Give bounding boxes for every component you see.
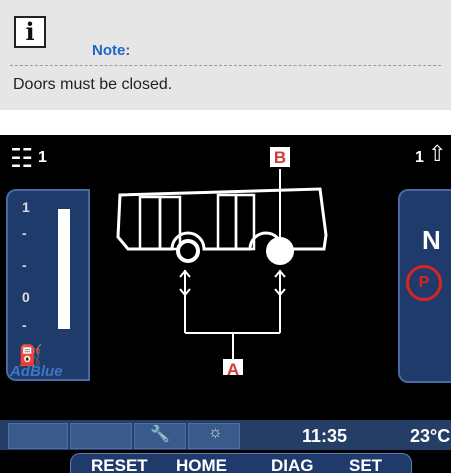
outside-temperature: 23°C <box>410 426 451 446</box>
set-button[interactable]: SET <box>349 456 382 473</box>
right-counter: 1 <box>415 149 424 166</box>
front-wheel-icon <box>176 239 200 263</box>
parking-brake-icon: P <box>406 265 442 301</box>
note-divider <box>10 65 441 66</box>
softkey-menu: RESET HOME DIAG SET <box>70 453 412 473</box>
label-a: A <box>227 360 239 375</box>
note-title: Note: <box>92 42 131 59</box>
gauge-top-label: 1 <box>22 199 30 215</box>
tank-gauge: 1 - - 0 - <box>16 199 71 333</box>
status-cell <box>70 423 132 449</box>
clock-time: 11:35 <box>302 426 348 446</box>
diag-button[interactable]: DIAG <box>271 456 314 473</box>
left-gauge-panel: 1 - - 0 - ⛽ AdBlue <box>6 189 90 381</box>
sun-icon: ☼ <box>208 424 223 441</box>
gauge-tick: - <box>22 257 27 273</box>
status-bar: 🔧 ☼ 11:35 23°C <box>0 420 451 450</box>
wrench-icon: 🔧 <box>150 426 170 443</box>
note-text: Doors must be closed. <box>13 76 173 93</box>
reset-button[interactable]: RESET <box>91 456 148 473</box>
info-icon: i <box>14 16 46 48</box>
right-status-panel: N P <box>398 189 451 383</box>
status-cell <box>8 423 68 449</box>
gauge-tick: - <box>22 317 27 333</box>
home-button[interactable]: HOME <box>176 456 227 473</box>
gear-indicator: N <box>422 225 441 255</box>
gauge-bar <box>58 209 70 329</box>
label-b: B <box>274 148 286 167</box>
left-counter: 1 <box>38 149 47 166</box>
instrument-display: ☷ 1 1 ⇧ 1 - - 0 - ⛽ AdBlue N P B A 🔧 ☼ 1… <box>0 135 451 473</box>
note-box: i Note: Doors must be closed. <box>0 0 451 110</box>
rear-wheel-icon <box>266 237 294 265</box>
bus-diagram: B A <box>116 147 328 375</box>
adblue-label: AdBlue <box>10 363 63 380</box>
document-stack-icon: ☷ <box>10 143 34 173</box>
shift-arrow-icon: ⇧ <box>428 141 447 166</box>
gauge-mid-label: 0 <box>22 289 30 305</box>
gauge-tick: - <box>22 225 27 241</box>
